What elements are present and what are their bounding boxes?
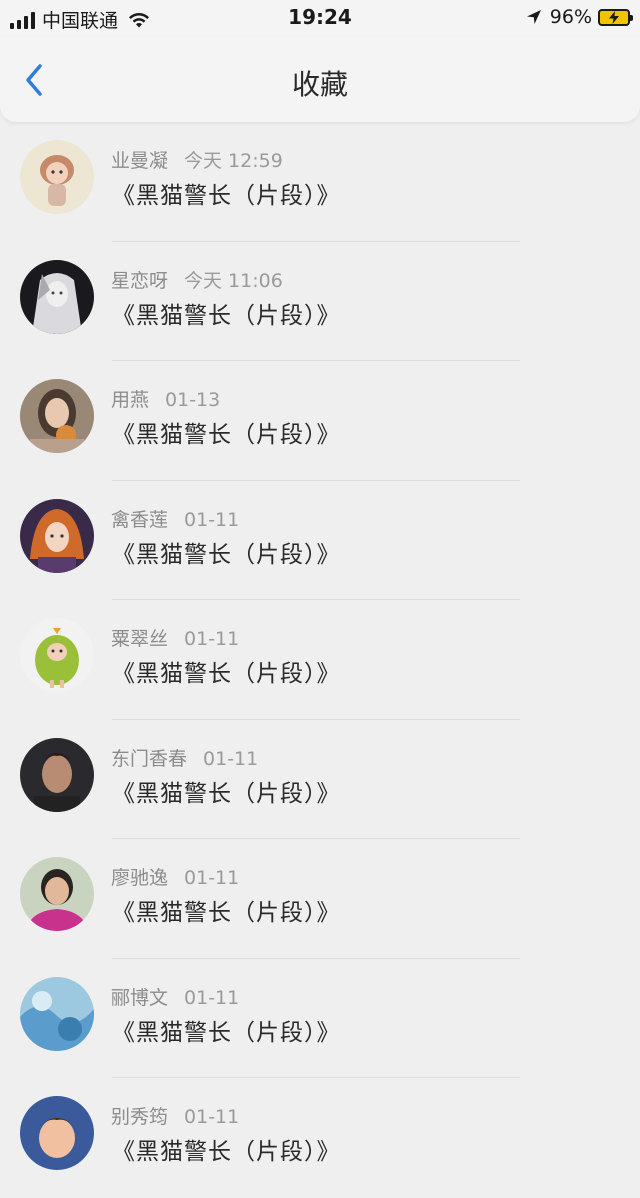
item-time: 01-11 xyxy=(184,986,240,1009)
list-item[interactable]: 业曼凝 今天 12:59 《黑猫警长（片段）》 xyxy=(0,122,640,242)
item-title: 《黑猫警长（片段）》 xyxy=(112,183,341,209)
item-meta: 郦博文 01-11 xyxy=(111,983,239,1010)
item-time: 01-11 xyxy=(184,628,240,650)
item-time: 01-11 xyxy=(203,747,259,770)
item-meta: 别秀筠 01-11 xyxy=(111,1102,239,1129)
user-name: 廖驰逸 xyxy=(111,867,169,889)
item-meta: 业曼凝 今天 12:59 xyxy=(111,146,283,173)
item-title: 《黑猫警长（片段）》 xyxy=(112,900,341,926)
avatar xyxy=(20,1096,94,1170)
page-title: 收藏 xyxy=(291,68,348,101)
status-bar: 中国联通 19:24 96% xyxy=(0,0,640,36)
user-name: 别秀筠 xyxy=(111,1106,169,1128)
user-name: 用燕 xyxy=(111,389,150,411)
item-meta: 东门香春 01-11 xyxy=(111,744,258,771)
list-item[interactable]: 东门香春 01-11 《黑猫警长（片段）》 xyxy=(0,720,640,839)
item-time: 01-11 xyxy=(184,508,240,531)
item-meta: 星恋呀 今天 11:06 xyxy=(111,266,283,293)
item-time: 01-11 xyxy=(184,867,240,889)
user-name: 星恋呀 xyxy=(111,269,169,292)
item-title: 《黑猫警长（片段）》 xyxy=(112,541,341,568)
item-title: 《黑猫警长（片段）》 xyxy=(112,422,341,448)
list-item[interactable]: 用燕 01-13 《黑猫警长（片段）》 xyxy=(0,361,640,481)
avatar xyxy=(20,379,94,453)
item-meta: 廖驰逸 01-11 xyxy=(111,863,239,890)
item-title: 《黑猫警长（片段）》 xyxy=(112,661,341,687)
navigation-bar: 收藏 xyxy=(0,36,640,122)
battery-percent: 96% xyxy=(549,6,592,28)
avatar xyxy=(20,140,94,214)
avatar xyxy=(20,976,94,1051)
item-time: 今天 12:59 xyxy=(184,150,283,172)
item-title: 《黑猫警长（片段）》 xyxy=(112,1019,341,1046)
avatar xyxy=(20,857,94,931)
item-time: 01-11 xyxy=(184,1106,240,1128)
list-item[interactable]: 粟翠丝 01-11 《黑猫警长（片段）》 xyxy=(0,600,640,720)
user-name: 业曼凝 xyxy=(111,150,169,172)
item-time: 01-13 xyxy=(165,389,221,411)
list-item[interactable]: 郦博文 01-11 《黑猫警长（片段）》 xyxy=(0,959,640,1078)
item-title: 《黑猫警长（片段）》 xyxy=(112,780,341,807)
favorites-list: 业曼凝 今天 12:59 《黑猫警长（片段）》 星恋呀 今天 11:06 《黑猫警长… xyxy=(0,122,640,1198)
location-arrow-icon xyxy=(526,10,541,24)
user-name: 粟翠丝 xyxy=(111,628,169,650)
avatar xyxy=(20,618,94,692)
avatar xyxy=(20,498,94,573)
item-meta: 粟翠丝 01-11 xyxy=(111,624,239,651)
avatar xyxy=(20,737,94,812)
item-title: 《黑猫警长（片段）》 xyxy=(112,1139,341,1165)
user-name: 郦博文 xyxy=(111,986,169,1009)
battery-icon xyxy=(598,8,633,26)
list-item[interactable]: 星恋呀 今天 11:06 《黑猫警长（片段）》 xyxy=(0,242,640,361)
list-item[interactable]: 禽香莲 01-11 《黑猫警长（片段）》 xyxy=(0,481,640,600)
avatar xyxy=(20,259,94,334)
item-meta: 禽香莲 01-11 xyxy=(111,505,239,532)
item-time: 今天 11:06 xyxy=(184,269,283,292)
list-item[interactable]: 廖驰逸 01-11 《黑猫警长（片段）》 xyxy=(0,839,640,959)
item-title: 《黑猫警长（片段）》 xyxy=(112,302,341,329)
item-meta: 用燕 01-13 xyxy=(111,385,220,412)
status-right: 96% xyxy=(526,6,633,28)
user-name: 禽香莲 xyxy=(111,508,169,531)
user-name: 东门香春 xyxy=(111,747,188,770)
